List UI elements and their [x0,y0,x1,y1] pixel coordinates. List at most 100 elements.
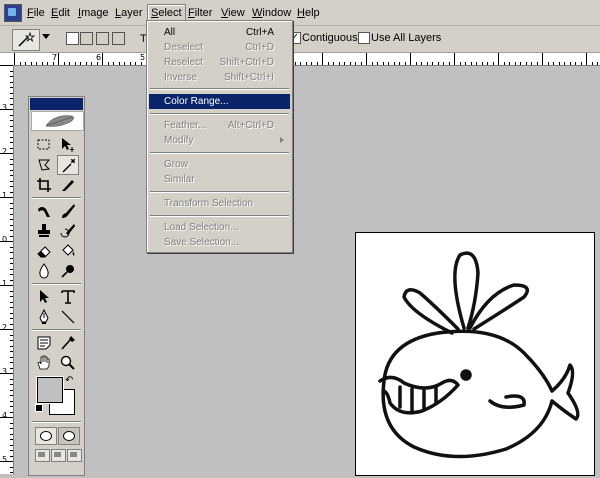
ruler-tick [10,378,13,380]
type-tool[interactable] [57,287,79,307]
screen-mode-standard-button[interactable] [35,449,50,462]
ruler-tick [426,62,428,65]
history-brush-tool[interactable] [57,221,79,241]
swap-colors-icon[interactable]: ↶ [65,375,73,386]
magic-wand-tool[interactable] [57,155,79,175]
ruler-tick [10,131,13,132]
ruler-tick [10,142,13,143]
menu-filter[interactable]: Filter [185,5,215,21]
paint-bucket-tool[interactable] [57,241,79,261]
line-tool[interactable] [57,307,79,327]
menu-item-modify[interactable]: Modify [149,133,290,148]
ruler-tick [10,175,13,176]
blur-tool[interactable] [33,261,55,281]
ruler-tick [476,62,477,65]
ruler-tick [135,62,136,65]
quick-mask-mode-button[interactable] [58,427,80,445]
ruler-tick [10,367,13,369]
menu-help[interactable]: Help [294,5,323,21]
move-tool[interactable] [57,135,79,155]
notes-tool[interactable] [33,333,55,353]
menu-item-save-selection[interactable]: Save Selection... [149,235,290,250]
menu-item-transform-selection[interactable]: Transform Selection [149,196,290,211]
ruler-tick [10,466,13,468]
menu-item-shortcut: Ctrl+D [245,42,274,53]
menu-item-load-selection[interactable]: Load Selection... [149,220,290,235]
pen-tool[interactable] [33,307,55,327]
menu-view[interactable]: View [218,5,248,21]
menu-item-color-range[interactable]: Color Range... [149,94,290,109]
menu-item-all[interactable]: All Ctrl+A [149,25,290,40]
clone-stamp-tool[interactable] [33,221,55,241]
ruler-tick [0,241,13,242]
menu-layer[interactable]: Layer [112,5,146,21]
menu-file[interactable]: File [24,5,48,21]
standard-mode-button[interactable] [35,427,57,445]
intersect-selection-mode-button[interactable] [112,32,125,45]
eyedropper-tool[interactable] [57,333,79,353]
lasso-tool[interactable] [33,155,55,175]
hand-tool[interactable] [33,353,55,373]
toolbox-title-bar[interactable] [30,98,83,110]
ruler-tick [96,62,98,65]
menu-item-grow[interactable]: Grow [149,157,290,172]
ruler-tick [503,62,505,65]
ruler-tick [525,62,527,65]
menu-window[interactable]: Window [249,5,294,21]
photoshop-feather-logo[interactable] [31,111,84,131]
ruler-tick [531,62,532,65]
photoshop-app-icon[interactable] [4,4,22,22]
tool-preset-picker[interactable] [12,29,40,51]
ruler-tick [10,208,13,209]
path-selection-tool[interactable] [33,287,55,307]
chevron-down-icon[interactable] [42,34,50,39]
ruler-left[interactable]: 3 2 1 0 1 2 3 4 5 [0,65,14,474]
menu-item-shortcut: Alt+Ctrl+D [227,120,274,131]
menu-item-feather[interactable]: Feather... Alt+Ctrl+D [149,118,290,133]
marquee-tool[interactable] [33,135,55,155]
ruler-tick [10,257,13,259]
menu-edit[interactable]: Edit [48,5,73,21]
menu-item-similar[interactable]: Similar [149,172,290,187]
crop-icon [37,178,51,192]
ruler-tick [10,340,13,341]
ruler-tick [305,62,307,65]
dodge-tool[interactable] [57,261,79,281]
menu-image[interactable]: Image [75,5,112,21]
healing-brush-tool[interactable] [33,201,55,221]
menu-item-inverse[interactable]: Inverse Shift+Ctrl+I [149,70,290,85]
document-canvas[interactable] [355,232,595,476]
ruler-tick [366,53,367,65]
screen-mode-full-button[interactable] [67,449,82,462]
ruler-tick [377,62,378,65]
ruler-top[interactable]: 7 6 5 4 3 2 [14,53,600,66]
ruler-tick [454,53,455,65]
ruler-tick [10,444,13,446]
ruler-tick [591,62,593,65]
menu-item-label: Modify [164,135,194,146]
ruler-tick [0,417,13,418]
ruler-tick [10,114,13,116]
default-colors-icon[interactable] [35,404,43,412]
zoom-icon [60,355,75,370]
use-all-layers-checkbox[interactable] [358,32,370,44]
ruler-tick [520,62,521,65]
eraser-tool[interactable] [33,241,55,261]
menu-item-deselect[interactable]: Deselect Ctrl+D [149,40,290,55]
options-bar: T ✓ Contiguous Use All Layers [0,26,600,53]
screen-mode-full-menu-button[interactable] [51,449,66,462]
brush-tool[interactable] [57,201,79,221]
ruler-tick [575,62,576,65]
ruler-tick [0,65,13,66]
new-selection-mode-button[interactable] [66,32,79,45]
subtract-selection-mode-button[interactable] [96,32,109,45]
zoom-tool[interactable] [57,353,79,373]
menu-item-reselect[interactable]: Reselect Shift+Ctrl+D [149,55,290,70]
ruler-tick [410,53,411,65]
ruler-tick [10,472,13,473]
slice-tool[interactable] [57,175,79,195]
ruler-tick [10,312,13,314]
add-selection-mode-button[interactable] [80,32,93,45]
crop-tool[interactable] [33,175,55,195]
foreground-color-swatch[interactable] [37,377,63,403]
